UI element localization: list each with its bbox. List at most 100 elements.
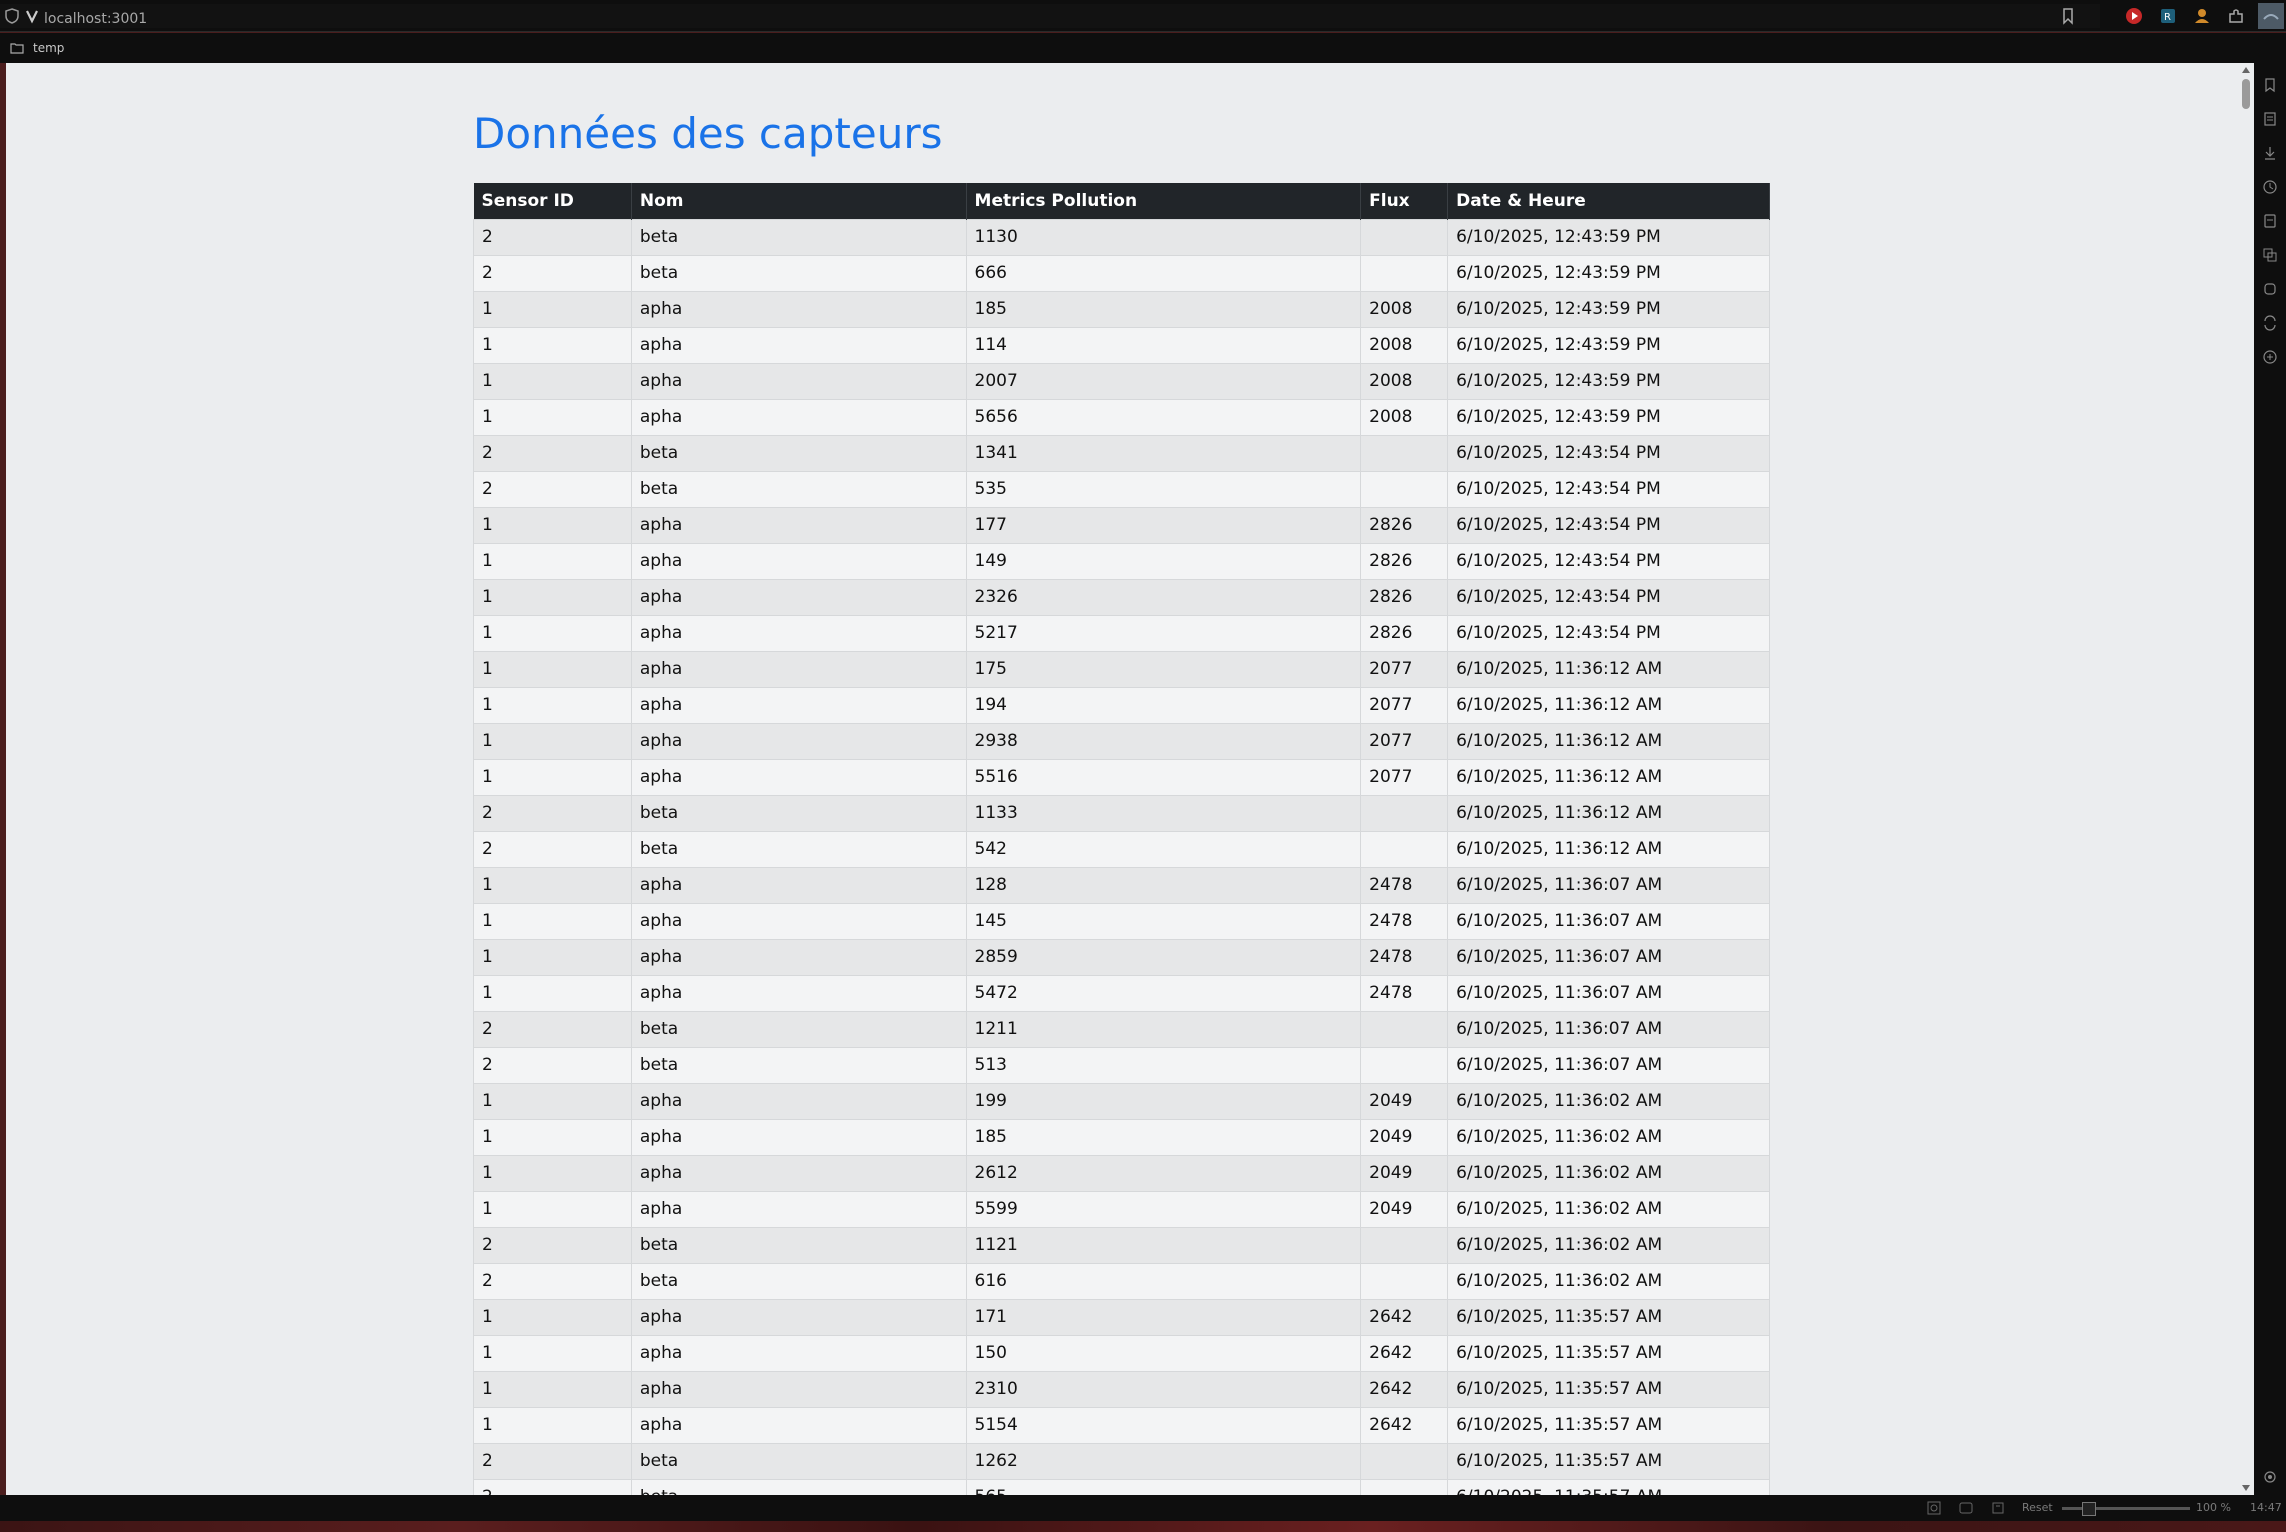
table-cell: 1133 (965, 794, 1362, 832)
table-cell: 171 (965, 1298, 1362, 1336)
scroll-up-arrow-icon[interactable] (2242, 67, 2250, 73)
zoom-slider[interactable] (2062, 1502, 2190, 1516)
page-actions-icon[interactable] (1989, 1499, 2007, 1517)
table-cell: 6/10/2025, 11:36:02 AM (1447, 1118, 1770, 1156)
table-cell: 1341 (965, 434, 1362, 472)
table-cell: 6/10/2025, 12:43:59 PM (1447, 218, 1770, 256)
puzzle-icon[interactable] (2226, 6, 2246, 26)
table-cell: 5656 (965, 398, 1362, 436)
page-title: Données des capteurs (473, 109, 943, 158)
downloads-icon[interactable] (2262, 145, 2278, 161)
settings-gear-icon[interactable] (2262, 1469, 2278, 1485)
table-cell: 1262 (965, 1442, 1362, 1480)
vivaldi-logo-icon[interactable] (22, 6, 42, 26)
table-cell: apha (630, 1190, 967, 1228)
zoom-reset-button[interactable]: Reset (2022, 1501, 2053, 1514)
table-cell: 6/10/2025, 12:43:54 PM (1447, 578, 1770, 616)
table-cell: 128 (965, 866, 1362, 904)
table-cell: 2478 (1360, 902, 1449, 940)
table-cell: apha (630, 1118, 967, 1156)
table-cell: 1 (473, 866, 632, 904)
table-cell: 185 (965, 290, 1362, 328)
table-cell: 2310 (965, 1370, 1362, 1408)
table-cell: 2 (473, 1262, 632, 1300)
table-cell: 2938 (965, 722, 1362, 760)
table-cell: 5154 (965, 1406, 1362, 1444)
shield-icon[interactable] (2, 6, 22, 26)
table-row: 1 apha 175 2077 6/10/2025, 11:36:12 AM (473, 650, 1770, 688)
table-cell: beta (630, 1046, 967, 1084)
table-cell: apha (630, 1406, 967, 1444)
extension-icon[interactable]: R (2158, 6, 2178, 26)
table-cell: 2008 (1360, 398, 1449, 436)
table-cell: apha (630, 650, 967, 688)
zoom-slider-thumb[interactable] (2082, 1502, 2096, 1516)
bookmarks-panel-icon[interactable] (2262, 77, 2278, 93)
tile-icon[interactable] (1957, 1499, 1975, 1517)
table-cell: 6/10/2025, 11:36:12 AM (1447, 830, 1770, 868)
table-cell: 149 (965, 542, 1362, 580)
table-row: 1 apha 185 2049 6/10/2025, 11:36:02 AM (473, 1118, 1770, 1156)
table-row: 2beta565 6/10/2025, 11:35:57 AM (473, 1478, 1770, 1495)
table-row: 1 apha 5599 2049 6/10/2025, 11:36:02 AM (473, 1190, 1770, 1228)
table-cell: 6/10/2025, 12:43:59 PM (1447, 254, 1770, 292)
table-cell: 1 (473, 902, 632, 940)
table-cell: 6/10/2025, 11:36:02 AM (1447, 1154, 1770, 1192)
bookmark-icon[interactable] (2058, 6, 2078, 26)
table-row: 2 beta 1121 6/10/2025, 11:36:02 AM (473, 1226, 1770, 1264)
table-row: 1 apha 2326 2826 6/10/2025, 12:43:54 PM (473, 578, 1770, 616)
table-cell (1360, 254, 1449, 292)
table-cell: 2049 (1360, 1190, 1449, 1228)
table-cell: 2826 (1360, 506, 1449, 544)
table-cell: 150 (965, 1334, 1362, 1372)
table-row: 1 apha 177 2826 6/10/2025, 12:43:54 PM (473, 506, 1770, 544)
table-cell: apha (630, 938, 967, 976)
panel-toggle-icon[interactable] (2258, 3, 2284, 29)
table-cell: apha (630, 506, 967, 544)
scrollbar-thumb[interactable] (2242, 79, 2250, 109)
table-cell: 2478 (1360, 938, 1449, 976)
reading-list-icon[interactable] (2262, 111, 2278, 127)
side-panel (2254, 63, 2286, 1495)
scroll-down-arrow-icon[interactable] (2242, 1485, 2250, 1491)
table-cell: 2642 (1360, 1406, 1449, 1444)
table-cell: 2 (473, 830, 632, 868)
table-cell: beta (630, 830, 967, 868)
table-row: 2 beta 1262 6/10/2025, 11:35:57 AM (473, 1442, 1770, 1480)
table-cell: 2642 (1360, 1370, 1449, 1408)
address-bar[interactable]: localhost:3001 (0, 4, 2100, 28)
column-header: Flux (1360, 183, 1449, 219)
table-cell: 6/10/2025, 11:36:02 AM (1447, 1262, 1770, 1300)
notes-icon[interactable] (2262, 213, 2278, 229)
vertical-scrollbar[interactable] (2238, 63, 2254, 1495)
table-cell: 2 (473, 470, 632, 508)
table-cell (1360, 1442, 1449, 1480)
table-cell: apha (630, 1082, 967, 1120)
table-cell: apha (630, 686, 967, 724)
table-row: 1 apha 2938 2077 6/10/2025, 11:36:12 AM (473, 722, 1770, 760)
bookmark-folder-temp[interactable]: temp (33, 41, 64, 55)
table-cell: 513 (965, 1046, 1362, 1084)
profile-icon[interactable] (2192, 6, 2212, 26)
table-cell: apha (630, 1370, 967, 1408)
table-row: 2 beta 666 6/10/2025, 12:43:59 PM (473, 254, 1770, 292)
table-cell (1360, 218, 1449, 256)
table-cell: apha (630, 974, 967, 1012)
translate-icon[interactable] (2262, 247, 2278, 263)
table-cell: 6/10/2025, 11:36:02 AM (1447, 1190, 1770, 1228)
record-extension-icon[interactable] (2124, 6, 2144, 26)
add-panel-icon[interactable] (2262, 349, 2278, 365)
table-cell: apha (630, 866, 967, 904)
history-icon[interactable] (2262, 179, 2278, 195)
capture-icon[interactable] (1925, 1499, 1943, 1517)
table-cell (1360, 470, 1449, 508)
window-panel-icon[interactable] (2262, 281, 2278, 297)
table-cell: apha (630, 290, 967, 328)
table-cell: 666 (965, 254, 1362, 292)
sync-icon[interactable] (2262, 315, 2278, 331)
table-cell: beta (630, 1442, 967, 1480)
status-bar: Reset 100 % 14:47 (0, 1495, 2286, 1521)
table-row: 2 beta 542 6/10/2025, 11:36:12 AM (473, 830, 1770, 868)
table-cell: apha (630, 578, 967, 616)
table-cell: 1 (473, 1298, 632, 1336)
